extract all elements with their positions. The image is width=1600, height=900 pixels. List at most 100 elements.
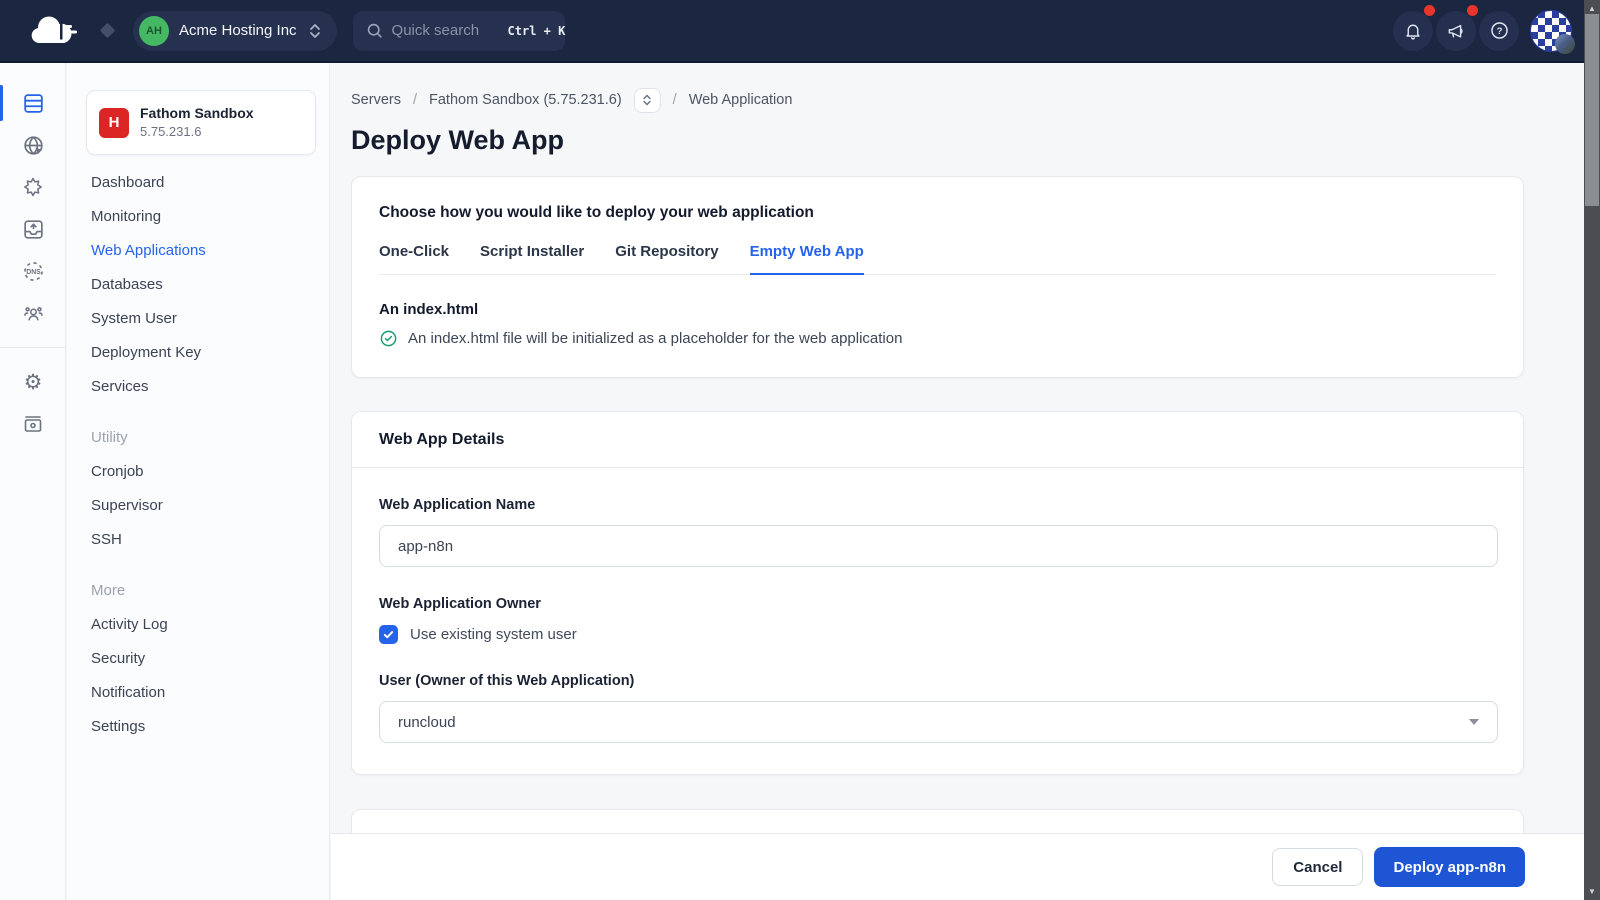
user-photo-badge — [1555, 34, 1575, 54]
index-html-row: An index.html file will be initialized a… — [379, 329, 1496, 348]
deploy-button[interactable]: Deploy app-n8n — [1374, 847, 1525, 887]
sidebar: H Fathom Sandbox 5.75.231.6 Dashboard Mo… — [67, 63, 330, 900]
tab-empty-web-app[interactable]: Empty Web App — [750, 243, 864, 275]
web-app-details-header: Web App Details — [352, 412, 1523, 468]
owner-user-value: runcloud — [398, 714, 456, 731]
breadcrumb-server[interactable]: Fathom Sandbox (5.75.231.6) — [429, 92, 622, 108]
cancel-button[interactable]: Cancel — [1272, 848, 1363, 886]
owner-user-select[interactable]: runcloud — [379, 701, 1498, 743]
sidebar-item-supervisor[interactable]: Supervisor — [67, 488, 329, 522]
organization-avatar: AH — [139, 16, 169, 46]
user-avatar[interactable] — [1530, 10, 1572, 52]
scrollbar-thumb[interactable] — [1585, 14, 1599, 206]
team-icon — [21, 301, 46, 326]
sidebar-item-notification[interactable]: Notification — [67, 675, 329, 709]
rail-item-deployments[interactable] — [0, 208, 66, 250]
scrollbar-up-arrow[interactable]: ▲ — [1584, 4, 1600, 13]
notifications-button[interactable] — [1393, 11, 1433, 51]
sidebar-menu: Dashboard Monitoring Web Applications Da… — [67, 165, 329, 743]
chevron-down-icon — [1469, 719, 1479, 725]
diamond-separator-icon — [100, 23, 116, 39]
rail-item-archive[interactable] — [0, 403, 66, 445]
index-html-title: An index.html — [379, 301, 1496, 318]
icon-rail: DNS ⚙ — [0, 63, 66, 900]
deploy-method-card: Choose how you would like to deploy your… — [351, 176, 1524, 378]
rail-item-servers[interactable] — [0, 82, 66, 124]
use-existing-user-checkbox[interactable] — [379, 625, 398, 644]
search-input[interactable] — [392, 22, 500, 39]
sidebar-item-monitoring[interactable]: Monitoring — [67, 199, 329, 233]
footer-action-bar: Cancel Deploy app-n8n — [331, 833, 1584, 900]
breadcrumb-web-application[interactable]: Web Application — [689, 92, 793, 108]
sidebar-item-activity-log[interactable]: Activity Log — [67, 607, 329, 641]
sidebar-item-services[interactable]: Services — [67, 369, 329, 403]
dns-globe-icon: DNS — [21, 259, 46, 284]
rail-item-integrations[interactable] — [0, 166, 66, 208]
megaphone-icon — [1446, 21, 1466, 41]
rail-item-web-applications[interactable] — [0, 124, 66, 166]
chevron-updown-icon — [307, 22, 323, 40]
checkmark-icon — [382, 628, 395, 641]
rail-item-settings[interactable]: ⚙ — [0, 361, 66, 403]
chevron-updown-icon — [641, 93, 653, 107]
page-scrollbar[interactable]: ▲ ▼ — [1584, 0, 1600, 900]
rail-divider — [0, 347, 65, 348]
spark-icon — [21, 175, 45, 199]
sidebar-item-dashboard[interactable]: Dashboard — [67, 165, 329, 199]
brand-logo[interactable] — [28, 14, 80, 48]
main-content: Servers / Fathom Sandbox (5.75.231.6) / … — [331, 63, 1584, 900]
sidebar-item-security[interactable]: Security — [67, 641, 329, 675]
rail-item-dns[interactable]: DNS — [0, 250, 66, 292]
sidebar-item-deployment-key[interactable]: Deployment Key — [67, 335, 329, 369]
sidebar-section-more: More — [67, 573, 329, 607]
top-navbar: AH Acme Hosting Inc Ctrl + K — [0, 0, 1600, 63]
breadcrumb-servers[interactable]: Servers — [351, 92, 401, 108]
sidebar-item-cronjob[interactable]: Cronjob — [67, 454, 329, 488]
server-card[interactable]: H Fathom Sandbox 5.75.231.6 — [86, 90, 316, 155]
use-existing-user-label[interactable]: Use existing system user — [410, 626, 577, 643]
help-button[interactable]: ? — [1479, 11, 1519, 51]
server-name: Fathom Sandbox — [140, 104, 254, 123]
server-switcher-button[interactable] — [634, 88, 661, 113]
web-app-name-input[interactable] — [379, 525, 1498, 567]
archive-box-icon — [21, 412, 45, 436]
sidebar-item-databases[interactable]: Databases — [67, 267, 329, 301]
web-app-details-title: Web App Details — [379, 431, 504, 449]
web-app-details-card: Web App Details Web Application Name Web… — [351, 411, 1524, 775]
scrollbar-down-arrow[interactable]: ▼ — [1584, 887, 1600, 896]
globe-cursor-icon — [21, 133, 46, 158]
tab-script-installer[interactable]: Script Installer — [480, 243, 584, 275]
tab-one-click[interactable]: One-Click — [379, 243, 449, 275]
deploy-method-heading: Choose how you would like to deploy your… — [379, 204, 1496, 222]
sidebar-item-web-applications[interactable]: Web Applications — [67, 233, 329, 267]
breadcrumb-separator: / — [413, 92, 417, 108]
tray-upload-icon — [21, 217, 46, 242]
announcements-badge — [1467, 5, 1478, 16]
rail-active-indicator — [0, 85, 3, 121]
server-logo: H — [99, 108, 129, 138]
sidebar-item-ssh[interactable]: SSH — [67, 522, 329, 556]
check-circle-icon — [379, 329, 398, 348]
tab-git-repository[interactable]: Git Repository — [615, 243, 718, 275]
svg-text:?: ? — [1496, 26, 1502, 37]
search-shortcut-hint: Ctrl + K — [508, 24, 566, 38]
sidebar-item-settings[interactable]: Settings — [67, 709, 329, 743]
svg-text:DNS: DNS — [26, 269, 41, 276]
server-icon — [21, 91, 46, 116]
server-ip: 5.75.231.6 — [140, 123, 254, 141]
breadcrumb-separator: / — [673, 92, 677, 108]
quick-search: Ctrl + K — [353, 11, 565, 51]
organization-name: Acme Hosting Inc — [179, 22, 297, 39]
page-title: Deploy Web App — [351, 125, 1524, 156]
owner-user-label: User (Owner of this Web Application) — [379, 673, 1496, 689]
search-icon — [365, 21, 384, 40]
index-html-description: An index.html file will be initialized a… — [408, 330, 902, 347]
rail-item-team[interactable] — [0, 292, 66, 334]
gear-icon: ⚙ — [24, 372, 43, 393]
bell-icon — [1403, 21, 1423, 41]
breadcrumb: Servers / Fathom Sandbox (5.75.231.6) / … — [351, 87, 1524, 113]
web-app-name-label: Web Application Name — [379, 497, 1496, 513]
announcements-button[interactable] — [1436, 11, 1476, 51]
sidebar-item-system-user[interactable]: System User — [67, 301, 329, 335]
organization-switcher[interactable]: AH Acme Hosting Inc — [133, 11, 337, 51]
